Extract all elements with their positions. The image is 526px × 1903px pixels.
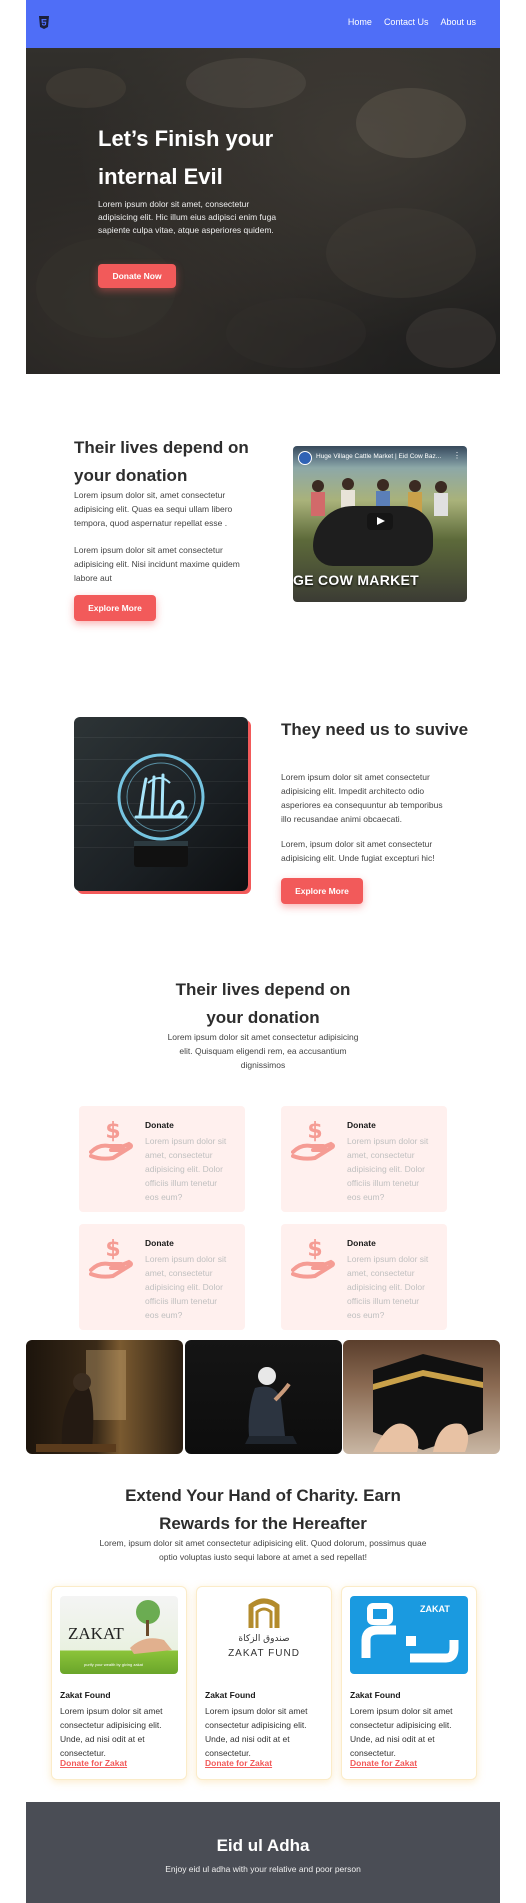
section2-paragraph-2: Lorem, ipsum dolor sit amet consectetur … [281, 839, 435, 863]
nav-contact-link[interactable]: Contact Us [384, 17, 429, 27]
card-title: Donate [145, 1120, 174, 1130]
html5-icon[interactable] [38, 16, 50, 30]
card-text: Lorem ipsum dolor sit amet, consectetur … [347, 1136, 429, 1202]
donate-card[interactable]: $ Donate Lorem ipsum dolor sit amet, con… [281, 1106, 447, 1212]
section2-explore-button[interactable]: Explore More [281, 878, 363, 904]
allah-lamp-image [74, 717, 248, 891]
section3-title: Their lives depend on your donation [175, 980, 351, 1027]
hero-title: Let’s Finish your internal Evil [98, 126, 274, 189]
card-text: Lorem ipsum dolor sit amet, consectetur … [145, 1254, 227, 1320]
svg-text:$: $ [307, 1237, 322, 1262]
svg-text:$: $ [105, 1119, 120, 1144]
zakat-card: ZAKAT Zakat Found Lorem ipsum dolor sit … [341, 1586, 477, 1780]
donate-hand-icon: $ [291, 1237, 335, 1279]
zakat-blue-logo-image: ZAKAT [350, 1596, 468, 1674]
footer-title: Eid ul Adha [216, 1836, 310, 1855]
zakat-logo-image: ZAKAT purify your wealth by giving zakat [60, 1596, 178, 1674]
section1-paragraph-2: Lorem ipsum dolor sit amet consectetur a… [74, 545, 240, 583]
card-title: Donate [145, 1238, 174, 1248]
navbar: Home Contact Us About us [26, 0, 500, 48]
zakat-card-text: Lorem ipsum dolor sit amet consectetur a… [350, 1706, 453, 1758]
zakat-card-title: Zakat Found [60, 1690, 111, 1700]
zakat-fund-logo-image: صندوق الزكاة ZAKAT FUND [205, 1596, 323, 1674]
hero-section: Let’s Finish your internal Evil Lorem ip… [26, 48, 500, 374]
zakat-card: صندوق الزكاة ZAKAT FUND Zakat Found Lore… [196, 1586, 332, 1780]
section1-title: Their lives depend on your donation [74, 438, 249, 485]
donate-hand-icon: $ [291, 1119, 335, 1161]
section1-paragraph-1: Lorem ipsum dolor sit, amet consectetur … [74, 490, 233, 528]
footer: Eid ul Adha Enjoy eid ul adha with your … [26, 1802, 500, 1903]
card-title: Donate [347, 1120, 376, 1130]
hero-text: Lorem ipsum dolor sit amet, consectetur … [98, 199, 277, 235]
donate-card[interactable]: $ Donate Lorem ipsum dolor sit amet, con… [281, 1224, 447, 1330]
donate-hand-icon: $ [89, 1237, 133, 1279]
more-options-icon[interactable]: ⋮ [453, 451, 461, 460]
gallery-image-kaaba [343, 1340, 500, 1454]
zakat-logo-subtext: purify your wealth by giving zakat [84, 1662, 143, 1667]
donate-card[interactable]: $ Donate Lorem ipsum dolor sit amet, con… [79, 1224, 245, 1330]
svg-text:$: $ [307, 1119, 322, 1144]
charity-text: Lorem, ipsum dolor sit amet consectetur … [99, 1538, 427, 1562]
video-embed[interactable]: Huge Village Cattle Market | Eid Cow Baz… [293, 446, 467, 602]
gallery-image-prayer-woman [26, 1340, 183, 1454]
donate-zakat-link[interactable]: Donate for Zakat [205, 1758, 272, 1768]
video-caption: GE COW MARKET [293, 572, 420, 588]
donate-zakat-link[interactable]: Donate for Zakat [60, 1758, 127, 1768]
charity-title: Extend Your Hand of Charity. Earn Reward… [125, 1486, 401, 1533]
donate-now-button[interactable]: Donate Now [98, 264, 176, 288]
play-button-icon[interactable] [367, 513, 393, 530]
zakat-fund-logo-text: ZAKAT FUND [228, 1648, 300, 1659]
card-text: Lorem ipsum dolor sit amet, consectetur … [145, 1136, 227, 1202]
gallery-image-prayer-man [185, 1340, 342, 1454]
zakat-card: ZAKAT purify your wealth by giving zakat… [51, 1586, 187, 1780]
card-text: Lorem ipsum dolor sit amet, consectetur … [347, 1254, 429, 1320]
video-title[interactable]: Huge Village Cattle Market | Eid Cow Baz… [316, 453, 456, 460]
zakat-card-title: Zakat Found [350, 1690, 401, 1700]
footer-text: Enjoy eid ul adha with your relative and… [165, 1864, 361, 1874]
svg-text:$: $ [105, 1237, 120, 1262]
zakat-card-text: Lorem ipsum dolor sit amet consectetur a… [60, 1706, 163, 1758]
page: Home Contact Us About us Let’s Finish yo… [0, 0, 526, 1903]
zakat-fund-arabic-text: صندوق الزكاة [238, 1634, 290, 1644]
zakat-blue-logo-text: ZAKAT [420, 1604, 450, 1614]
zakat-card-text: Lorem ipsum dolor sit amet consectetur a… [205, 1706, 308, 1758]
donate-hand-icon: $ [89, 1119, 133, 1161]
section2-paragraph-1: Lorem ipsum dolor sit amet consectetur a… [281, 772, 443, 824]
section2-title: They need us to suvive [281, 720, 469, 739]
donate-card[interactable]: $ Donate Lorem ipsum dolor sit amet, con… [79, 1106, 245, 1212]
nav-home-link[interactable]: Home [348, 17, 372, 27]
nav-about-link[interactable]: About us [440, 17, 476, 27]
channel-avatar[interactable] [298, 451, 312, 465]
donate-zakat-link[interactable]: Donate for Zakat [350, 1758, 417, 1768]
zakat-card-title: Zakat Found [205, 1690, 256, 1700]
section3-text: Lorem ipsum dolor sit amet consectetur a… [167, 1032, 359, 1070]
card-title: Donate [347, 1238, 376, 1248]
section1-explore-button[interactable]: Explore More [74, 595, 156, 621]
zakat-logo-text: ZAKAT [68, 1624, 124, 1643]
